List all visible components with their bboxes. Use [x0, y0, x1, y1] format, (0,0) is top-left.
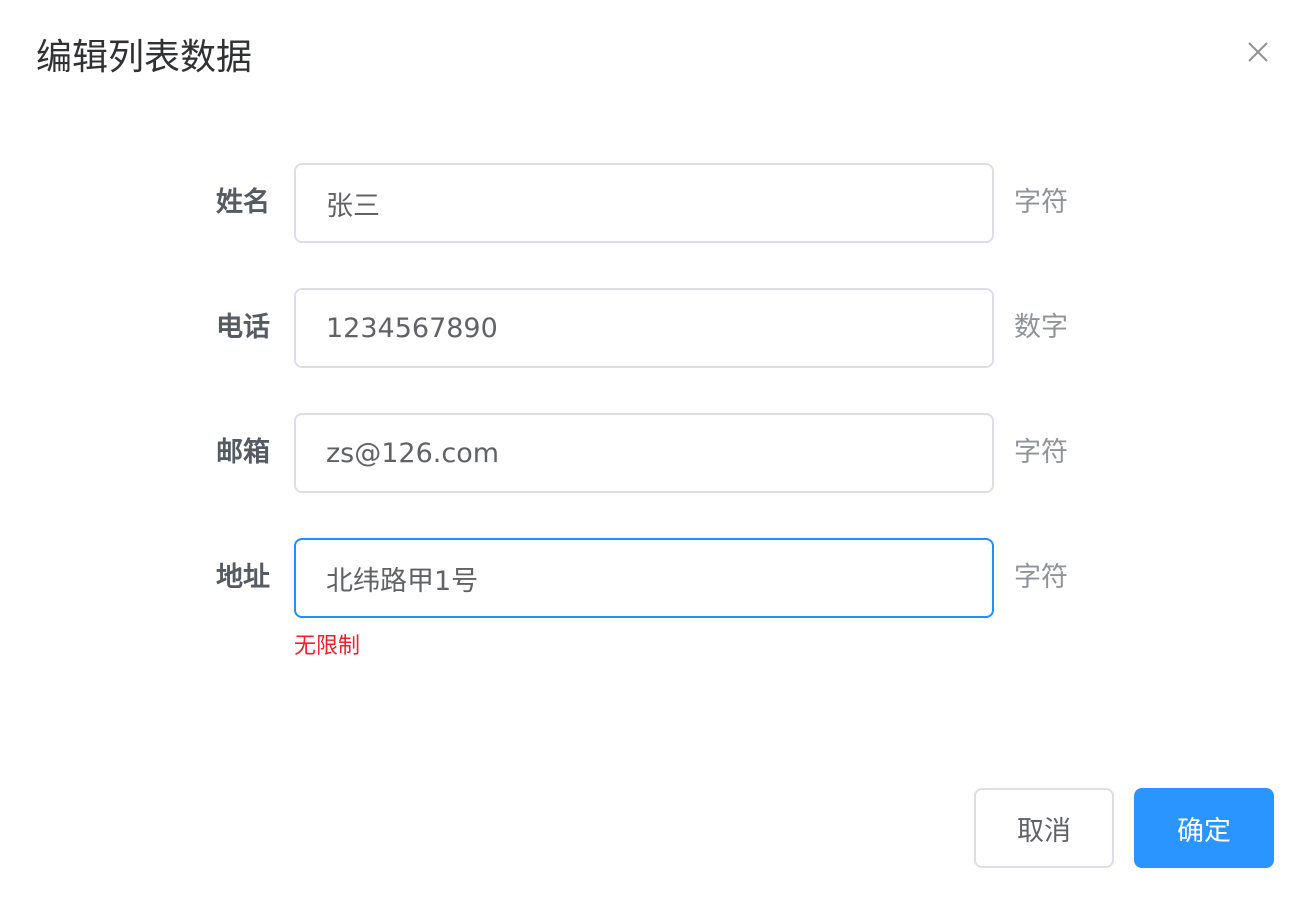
email-hint: 字符 [1014, 437, 1068, 468]
form-row-address: 地址 字符 [0, 538, 1310, 618]
email-label: 邮箱 [216, 437, 270, 468]
form-row-name: 姓名 字符 [0, 163, 1310, 243]
form-row-email: 邮箱 字符 [0, 413, 1310, 493]
dialog-title: 编辑列表数据 [36, 37, 253, 78]
close-icon [1248, 42, 1268, 62]
phone-label: 电话 [216, 312, 270, 343]
cancel-button[interactable]: 取消 [974, 788, 1114, 868]
confirm-button[interactable]: 确定 [1134, 788, 1274, 868]
phone-input[interactable] [294, 288, 994, 368]
name-hint: 字符 [1014, 187, 1068, 218]
name-label: 姓名 [216, 187, 270, 218]
phone-hint: 数字 [1014, 312, 1068, 343]
address-label: 地址 [216, 562, 270, 593]
email-input[interactable] [294, 413, 994, 493]
address-input[interactable] [294, 538, 994, 618]
edit-dialog: 编辑列表数据 姓名 字符 电话 数字 邮箱 字符 地址 字符 无限制 取消 确定 [0, 0, 1310, 902]
address-validation-message: 无限制 [294, 634, 361, 659]
form-row-phone: 电话 数字 [0, 288, 1310, 368]
close-button[interactable] [1240, 34, 1276, 70]
address-hint: 字符 [1014, 562, 1068, 593]
name-input[interactable] [294, 163, 994, 243]
